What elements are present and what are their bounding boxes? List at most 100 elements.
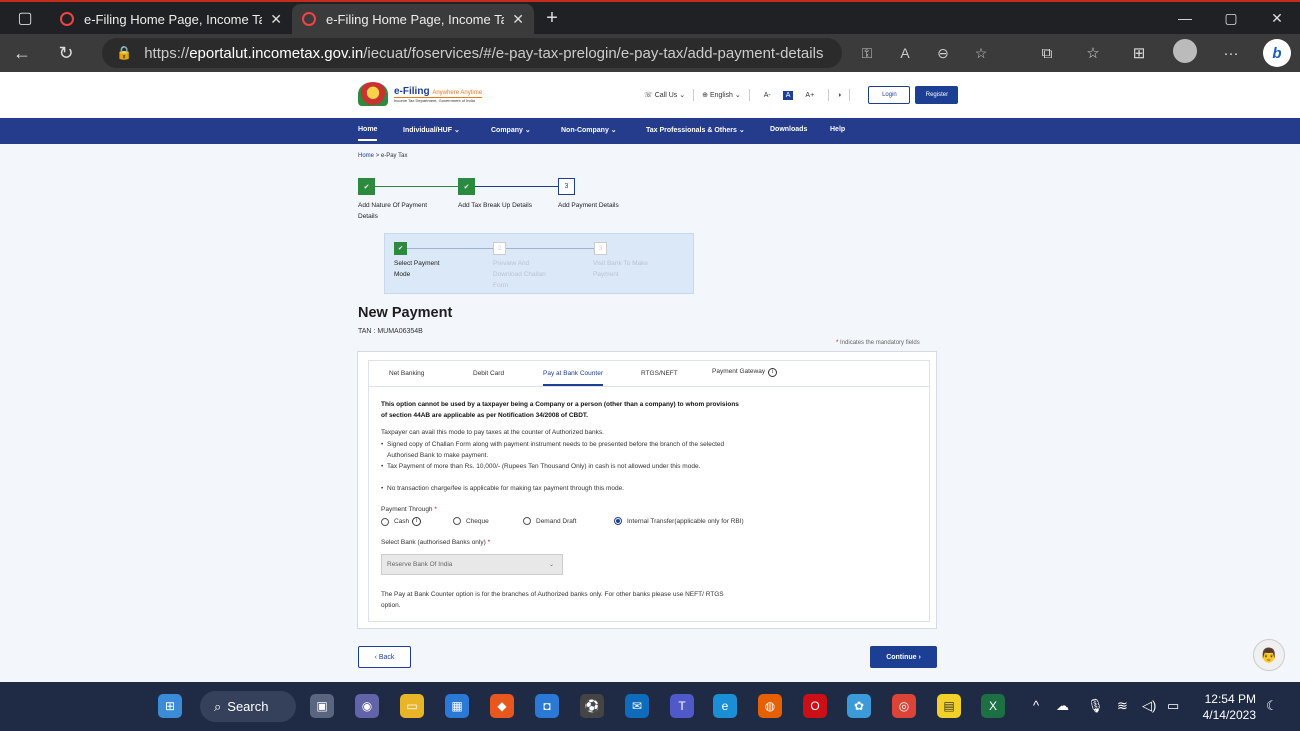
chrome-icon[interactable]: ◎ <box>892 694 916 718</box>
teams-icon[interactable]: T <box>670 694 694 718</box>
bing-icon[interactable]: b <box>1254 39 1300 67</box>
label-text: Payment Through <box>381 506 433 513</box>
security-icon[interactable]: ◘ <box>535 694 559 718</box>
nav-individual[interactable]: Individual/HUF ⌄ <box>403 126 460 134</box>
tab-payment-gateway[interactable]: Payment Gateway i <box>712 368 778 377</box>
chat-icon[interactable]: ◉ <box>355 694 379 718</box>
font-normal-button[interactable]: A <box>782 90 794 100</box>
nav-downloads[interactable]: Downloads <box>770 126 807 133</box>
info-icon[interactable]: i <box>412 517 422 526</box>
emblem-icon <box>358 82 388 106</box>
nav-non-company[interactable]: Non-Company ⌄ <box>561 126 617 134</box>
site-header: e-Filing Anywhere Anytime Income Tax Dep… <box>0 72 1300 118</box>
wifi-icon[interactable]: ≋ <box>1117 698 1128 714</box>
substep-2-number: 2 <box>493 242 506 255</box>
refresh-icon[interactable]: ↻ <box>44 43 88 64</box>
onedrive-icon[interactable]: ☁ <box>1056 698 1069 714</box>
browser-tab-2[interactable]: e-Filing Home Page, Income Tax | ✕ <box>292 4 534 34</box>
nav-company[interactable]: Company ⌄ <box>491 126 531 134</box>
info-icon[interactable]: i <box>768 368 778 377</box>
radio-circle-selected[interactable] <box>614 517 622 525</box>
close-tab-icon[interactable]: ✕ <box>512 11 524 28</box>
minimize-icon[interactable]: — <box>1162 10 1208 27</box>
opera-icon[interactable]: O <box>803 694 827 718</box>
nav-tax-professionals[interactable]: Tax Professionals & Others ⌄ <box>646 126 745 134</box>
tab-rtgs-neft[interactable]: RTGS/NEFT <box>641 370 678 377</box>
tab-pay-at-bank-counter[interactable]: Pay at Bank Counter <box>543 370 603 386</box>
bullet-item: Tax Payment of more than Rs. 10,000/- (R… <box>381 461 747 472</box>
language-select[interactable]: English <box>710 92 733 99</box>
volume-icon[interactable]: ◁) <box>1142 698 1156 714</box>
outlook-icon[interactable]: ✉ <box>625 694 649 718</box>
logo-subtitle: Income Tax Department, Government of Ind… <box>394 96 483 103</box>
contrast-icon[interactable]: ◑ <box>837 92 841 99</box>
chevron-left-icon: ‹ <box>374 653 377 661</box>
radio-demand-draft[interactable]: Demand Draft <box>523 517 576 525</box>
new-tab-icon[interactable]: + <box>534 7 570 30</box>
football-icon[interactable]: ⚽ <box>580 694 604 718</box>
battery-icon[interactable]: ▭ <box>1167 698 1179 714</box>
url-field[interactable]: 🔒 https://eportalut.incometax.gov.in/iec… <box>102 38 842 68</box>
tab-debit-card[interactable]: Debit Card <box>473 370 504 377</box>
back-arrow-icon[interactable]: ← <box>0 43 44 64</box>
chevron-up-icon[interactable]: ^ <box>1033 698 1039 713</box>
payment-panel: Net Banking Debit Card Pay at Bank Count… <box>368 360 930 622</box>
key-icon[interactable]: ⚿ <box>848 45 886 62</box>
edge-icon[interactable]: e <box>713 694 737 718</box>
sticky-notes-icon[interactable]: ▤ <box>937 694 961 718</box>
nav-home[interactable]: Home <box>358 126 378 141</box>
call-us-link[interactable]: Call Us <box>655 92 678 99</box>
back-button[interactable]: ‹ Back <box>358 646 411 668</box>
nav-help[interactable]: Help <box>830 126 845 133</box>
radio-internal-transfer[interactable]: Internal Transfer(applicable only for RB… <box>614 517 744 525</box>
substep-1-check-icon: ✔ <box>394 242 407 255</box>
breadcrumb-home[interactable]: Home <box>358 153 374 159</box>
system-clock[interactable]: 12:54 PM 4/14/2023 <box>1196 691 1256 723</box>
microphone-icon[interactable]: 🎙 <box>1087 698 1104 714</box>
efiling-logo[interactable]: e-Filing Anywhere Anytime Income Tax Dep… <box>358 82 483 106</box>
radio-circle[interactable] <box>523 517 531 525</box>
font-increase-button[interactable]: A+ <box>805 92 814 99</box>
login-button[interactable]: Login <box>868 86 911 104</box>
radio-label: Cash <box>394 518 410 525</box>
favorites-icon[interactable]: ☆ <box>1070 44 1116 62</box>
payment-tabs: Net Banking Debit Card Pay at Bank Count… <box>369 361 929 387</box>
app-icon[interactable]: ◆ <box>490 694 514 718</box>
start-icon[interactable]: ⊞ <box>158 694 182 718</box>
font-decrease-button[interactable]: A- <box>764 92 771 99</box>
close-window-icon[interactable]: ✕ <box>1254 10 1300 27</box>
tab-net-banking[interactable]: Net Banking <box>389 370 424 377</box>
browser-tab-1[interactable]: e-Filing Home Page, Income Tax | ✕ <box>50 4 292 34</box>
radio-cash[interactable]: Cash i <box>381 517 422 526</box>
select-bank-dropdown[interactable]: Reserve Bank Of India ⌄ <box>381 554 563 575</box>
notifications-icon[interactable]: ☾ <box>1266 698 1278 714</box>
favorite-add-icon[interactable]: ☆ <box>962 45 1000 62</box>
efiling-favicon-icon <box>60 12 74 26</box>
radio-label: Internal Transfer(applicable only for RB… <box>627 517 744 525</box>
task-view-icon[interactable]: ▣ <box>310 694 334 718</box>
more-icon[interactable]: ··· <box>1208 45 1254 62</box>
radio-cheque[interactable]: Cheque <box>453 517 489 525</box>
tab-actions-icon[interactable]: ▢ <box>0 2 50 34</box>
radio-circle[interactable] <box>381 517 389 526</box>
profile-icon[interactable] <box>1162 39 1208 67</box>
register-button[interactable]: Register <box>915 86 959 104</box>
close-tab-icon[interactable]: ✕ <box>270 11 282 28</box>
zoom-icon[interactable]: ⊖ <box>924 45 962 62</box>
extensions-icon[interactable]: ⧉ <box>1024 45 1070 62</box>
continue-button[interactable]: Continue › <box>870 646 937 668</box>
chatbot-avatar-icon[interactable]: 👨 <box>1253 639 1285 671</box>
read-aloud-icon[interactable]: A <box>886 45 924 62</box>
radio-circle[interactable] <box>453 517 461 525</box>
firefox-icon[interactable]: ◍ <box>758 694 782 718</box>
substep-2-label: Preview And Download Challan Form <box>493 260 546 289</box>
photos-icon[interactable]: ✿ <box>847 694 871 718</box>
collections-icon[interactable]: ⊞ <box>1116 44 1162 62</box>
store-icon[interactable]: ▦ <box>445 694 469 718</box>
excel-icon[interactable]: X <box>981 694 1005 718</box>
maximize-icon[interactable]: ▢ <box>1208 10 1254 27</box>
substep-1-label: Select Payment Mode <box>394 260 440 278</box>
file-explorer-icon[interactable]: ▭ <box>400 694 424 718</box>
radio-label: Demand Draft <box>536 517 577 525</box>
taskbar-search[interactable]: ⌕ Search <box>200 691 296 722</box>
